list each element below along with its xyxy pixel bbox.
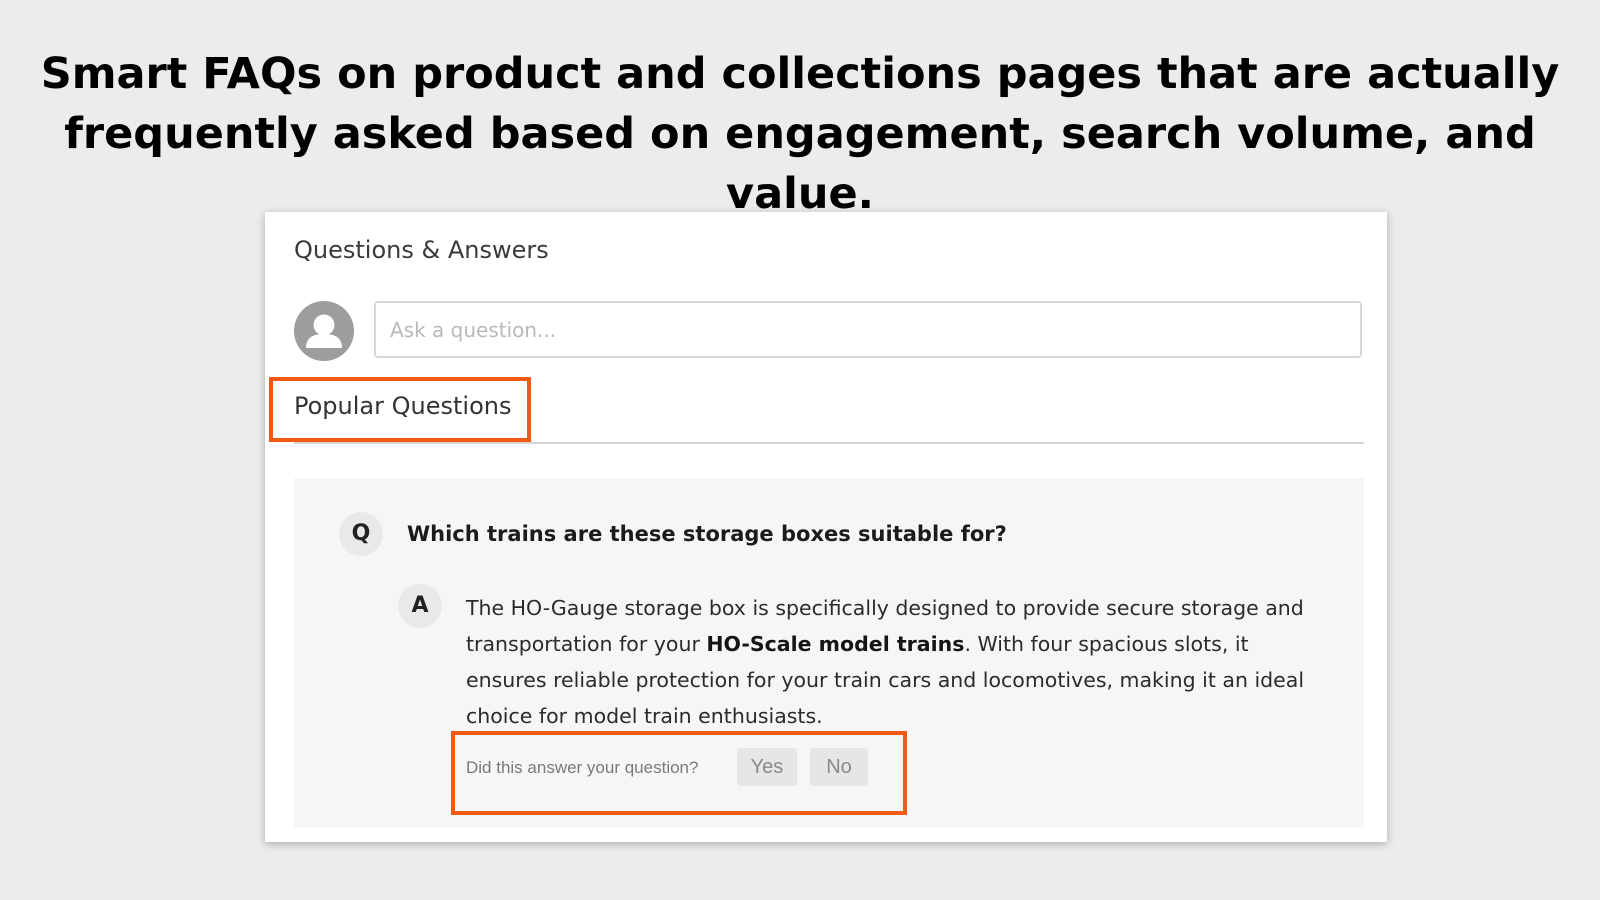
headline-line-2: frequently asked based on engagement, se… bbox=[64, 109, 1536, 219]
qa-card: Questions & Answers Popular Questions Q … bbox=[265, 212, 1387, 842]
highlight-box-feedback bbox=[451, 731, 907, 815]
highlight-box-popular-tab bbox=[269, 377, 531, 442]
question-text: Which trains are these storage boxes sui… bbox=[407, 522, 1007, 546]
answer-text: The HO-Gauge storage box is specifically… bbox=[466, 590, 1332, 734]
user-avatar-icon bbox=[294, 301, 354, 361]
answer-text-bold: HO-Scale model trains bbox=[706, 632, 965, 656]
answer-badge: A bbox=[398, 584, 442, 628]
question-badge: Q bbox=[339, 512, 383, 556]
headline-line-1: Smart FAQs on product and collections pa… bbox=[40, 49, 1560, 99]
qa-title: Questions & Answers bbox=[294, 236, 549, 264]
headline: Smart FAQs on product and collections pa… bbox=[0, 44, 1600, 224]
ask-question-input[interactable] bbox=[374, 301, 1362, 358]
